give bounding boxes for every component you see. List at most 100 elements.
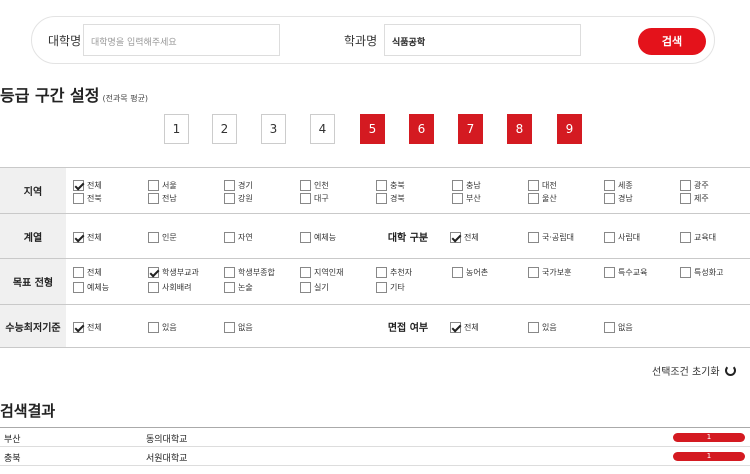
filter-csat_min-option[interactable]: 있음 [148, 321, 177, 333]
filter-region-option[interactable]: 서울 [148, 179, 177, 191]
checkbox-icon[interactable] [224, 321, 235, 333]
filter-admission-option[interactable]: 특수교육 [604, 266, 647, 278]
filter-region-option[interactable]: 경남 [604, 192, 633, 204]
checkbox-icon[interactable] [148, 281, 159, 293]
checkbox-icon[interactable] [450, 321, 461, 333]
filter-csat_min-option[interactable]: 전체 [73, 321, 102, 333]
filter-admission-option[interactable]: 실기 [300, 281, 329, 293]
checkbox-icon[interactable] [528, 179, 539, 191]
checkbox-icon[interactable] [148, 192, 159, 204]
filter-admission-option[interactable]: 학생부종합 [224, 266, 275, 278]
checkbox-icon[interactable] [300, 266, 311, 278]
filter-region-option[interactable]: 전체 [73, 179, 102, 191]
filter-admission-option[interactable]: 사회배려 [148, 281, 191, 293]
checkbox-icon[interactable] [680, 192, 691, 204]
filter-region-option[interactable]: 인천 [300, 179, 329, 191]
department-input[interactable]: 식품공학 [384, 24, 581, 56]
filter-region-option[interactable]: 전남 [148, 192, 177, 204]
checkbox-icon[interactable] [604, 321, 615, 333]
filter-univ_type-option[interactable]: 사립대 [604, 231, 640, 243]
search-button[interactable]: 검색 [638, 28, 706, 55]
grade-option-9[interactable]: 9 [557, 114, 582, 144]
checkbox-icon[interactable] [148, 231, 159, 243]
checkbox-icon[interactable] [73, 231, 84, 243]
grade-option-7[interactable]: 7 [458, 114, 483, 144]
checkbox-icon[interactable] [528, 231, 539, 243]
checkbox-icon[interactable] [452, 179, 463, 191]
grade-option-5[interactable]: 5 [360, 114, 385, 144]
checkbox-icon[interactable] [300, 179, 311, 191]
filter-admission-option[interactable]: 학생부교과 [148, 266, 199, 278]
university-input[interactable]: 대학명을 입력해주세요 [83, 24, 280, 56]
filter-admission-option[interactable]: 논술 [224, 281, 253, 293]
filter-admission-option[interactable]: 국가보훈 [528, 266, 571, 278]
checkbox-icon[interactable] [604, 266, 615, 278]
filter-region-option[interactable]: 제주 [680, 192, 709, 204]
filter-admission-option[interactable]: 추천자 [376, 266, 412, 278]
checkbox-icon[interactable] [452, 266, 463, 278]
filter-region-option[interactable]: 전북 [73, 192, 102, 204]
checkbox-icon[interactable] [148, 266, 159, 278]
grade-option-1[interactable]: 1 [164, 114, 189, 144]
filter-track-option[interactable]: 전체 [73, 231, 102, 243]
filter-region-option[interactable]: 대구 [300, 192, 329, 204]
filter-region-option[interactable]: 충북 [376, 179, 405, 191]
filter-interview-option[interactable]: 전체 [450, 321, 479, 333]
filter-track-option[interactable]: 인문 [148, 231, 177, 243]
checkbox-icon[interactable] [376, 281, 387, 293]
checkbox-icon[interactable] [528, 266, 539, 278]
grade-option-3[interactable]: 3 [261, 114, 286, 144]
filter-admission-option[interactable]: 지역인재 [300, 266, 343, 278]
filter-admission-option[interactable]: 전체 [73, 266, 102, 278]
checkbox-icon[interactable] [604, 231, 615, 243]
filter-region-option[interactable]: 부산 [452, 192, 481, 204]
grade-option-4[interactable]: 4 [310, 114, 335, 144]
checkbox-icon[interactable] [224, 266, 235, 278]
grade-option-6[interactable]: 6 [409, 114, 434, 144]
checkbox-icon[interactable] [148, 321, 159, 333]
result-row[interactable]: 부산 동의대학교 1 [0, 428, 750, 447]
checkbox-icon[interactable] [300, 231, 311, 243]
filter-interview-option[interactable]: 있음 [528, 321, 557, 333]
filter-region-option[interactable]: 세종 [604, 179, 633, 191]
filter-region-option[interactable]: 강원 [224, 192, 253, 204]
filter-track-option[interactable]: 예체능 [300, 231, 336, 243]
filter-admission-option[interactable]: 기타 [376, 281, 405, 293]
filter-admission-option[interactable]: 예체능 [73, 281, 109, 293]
grade-option-2[interactable]: 2 [212, 114, 237, 144]
checkbox-icon[interactable] [376, 266, 387, 278]
checkbox-icon[interactable] [680, 266, 691, 278]
checkbox-icon[interactable] [73, 281, 84, 293]
checkbox-icon[interactable] [528, 321, 539, 333]
checkbox-icon[interactable] [300, 192, 311, 204]
checkbox-icon[interactable] [452, 192, 463, 204]
filter-region-option[interactable]: 경북 [376, 192, 405, 204]
checkbox-icon[interactable] [376, 192, 387, 204]
checkbox-icon[interactable] [680, 231, 691, 243]
checkbox-icon[interactable] [604, 192, 615, 204]
filter-univ_type-option[interactable]: 교육대 [680, 231, 716, 243]
filter-region-option[interactable]: 충남 [452, 179, 481, 191]
filter-admission-option[interactable]: 특성화고 [680, 266, 723, 278]
filter-region-option[interactable]: 광주 [680, 179, 709, 191]
checkbox-icon[interactable] [73, 192, 84, 204]
result-row[interactable]: 충북 서원대학교 1 [0, 447, 750, 466]
checkbox-icon[interactable] [300, 281, 311, 293]
checkbox-icon[interactable] [224, 231, 235, 243]
checkbox-icon[interactable] [376, 179, 387, 191]
filter-region-option[interactable]: 울산 [528, 192, 557, 204]
grade-option-8[interactable]: 8 [507, 114, 532, 144]
checkbox-icon[interactable] [680, 179, 691, 191]
checkbox-icon[interactable] [604, 179, 615, 191]
filter-region-option[interactable]: 경기 [224, 179, 253, 191]
reset-filters-button[interactable]: 선택조건 초기화 [652, 363, 736, 378]
checkbox-icon[interactable] [224, 179, 235, 191]
checkbox-icon[interactable] [450, 231, 461, 243]
checkbox-icon[interactable] [224, 192, 235, 204]
filter-admission-option[interactable]: 농어촌 [452, 266, 488, 278]
checkbox-icon[interactable] [73, 179, 84, 191]
checkbox-icon[interactable] [73, 266, 84, 278]
filter-univ_type-option[interactable]: 전체 [450, 231, 479, 243]
filter-csat_min-option[interactable]: 없음 [224, 321, 253, 333]
checkbox-icon[interactable] [73, 321, 84, 333]
